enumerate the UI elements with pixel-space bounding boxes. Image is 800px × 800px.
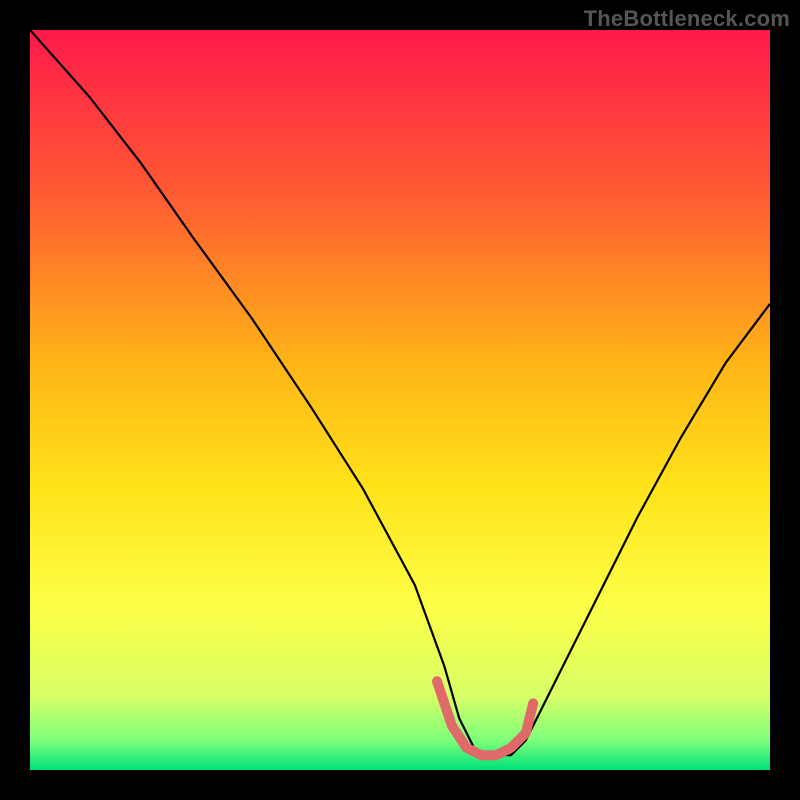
watermark-text: TheBottleneck.com	[584, 6, 790, 32]
plot-area	[30, 30, 770, 770]
chart-frame: TheBottleneck.com	[0, 0, 800, 800]
bottleneck-chart	[30, 30, 770, 770]
gradient-background	[30, 30, 770, 770]
